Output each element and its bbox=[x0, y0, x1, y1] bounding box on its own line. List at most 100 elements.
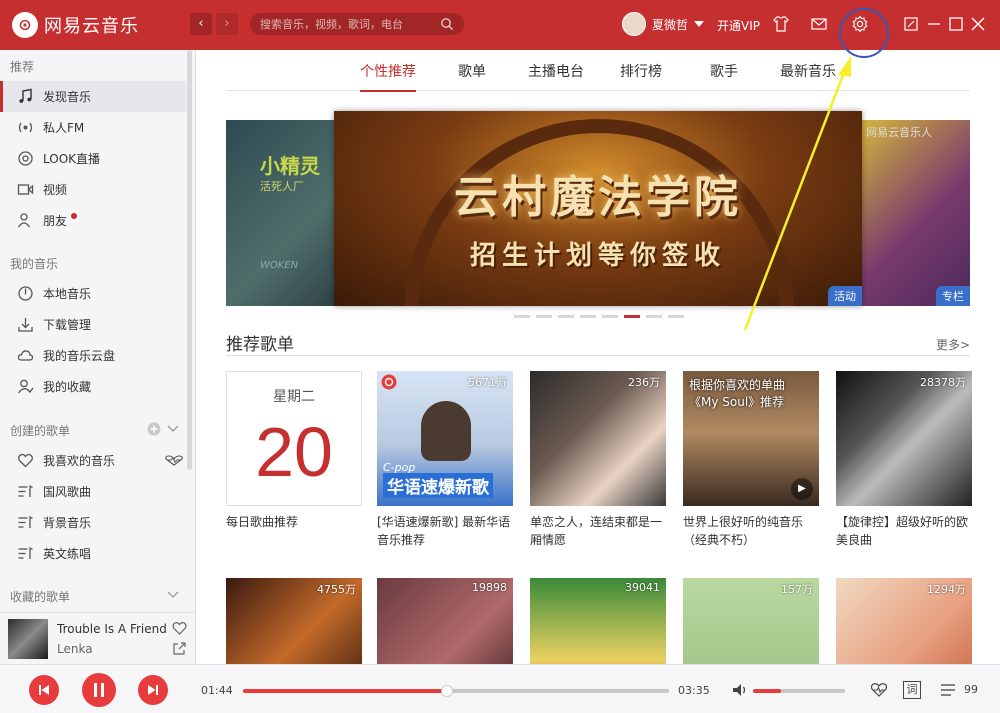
mail-icon[interactable] bbox=[810, 15, 828, 33]
playlist-cover[interactable]: 根据你喜欢的单曲《My Soul》推荐 ▶ bbox=[683, 371, 819, 506]
sidebar-item-fm[interactable]: 私人FM bbox=[0, 112, 186, 143]
minimize-icon[interactable] bbox=[925, 15, 943, 33]
sidebar-item-label: 英文练唱 bbox=[43, 547, 92, 561]
search-input[interactable] bbox=[260, 16, 440, 32]
more-link[interactable]: 更多> bbox=[936, 336, 970, 353]
banner-dot[interactable] bbox=[668, 315, 684, 318]
playlist-card[interactable]: 28378万 【旋律控】超级好听的欧美良曲 bbox=[836, 371, 972, 549]
sidebar-item-video[interactable]: 视频 bbox=[0, 174, 186, 205]
vip-button[interactable]: 开通VIP bbox=[717, 17, 760, 34]
maximize-icon[interactable] bbox=[947, 15, 965, 33]
skin-icon[interactable] bbox=[772, 15, 790, 33]
banner-dot[interactable] bbox=[580, 315, 596, 318]
cover-portrait bbox=[421, 401, 471, 461]
sidebar-item-discover[interactable]: 发现音乐 bbox=[0, 81, 186, 112]
chevron-down-icon[interactable] bbox=[167, 591, 179, 599]
like-heart-icon[interactable] bbox=[172, 621, 187, 635]
banner-slide-current[interactable]: 云村魔法学院 招生计划等你签收 活动 bbox=[334, 111, 862, 306]
playlist-cover[interactable]: 157万 bbox=[683, 578, 819, 664]
heartbeat-mode-icon[interactable] bbox=[164, 455, 184, 466]
chevron-down-icon[interactable] bbox=[694, 21, 705, 27]
volume-icon[interactable] bbox=[731, 681, 749, 699]
playlist-card[interactable]: 5671万 C-pop 华语速爆新歌 [华语速爆新歌] 最新华语音乐推荐 bbox=[377, 371, 513, 549]
playlist-card[interactable]: 1294万 bbox=[836, 578, 972, 664]
card-title[interactable]: 每日歌曲推荐 bbox=[226, 513, 362, 531]
sidebar-item-collection[interactable]: 我的收藏 bbox=[0, 371, 186, 402]
tab-charts[interactable]: 排行榜 bbox=[620, 61, 662, 81]
playlist-queue-icon[interactable] bbox=[939, 681, 957, 699]
forward-button[interactable]: › bbox=[216, 13, 238, 35]
progress-slider[interactable] bbox=[243, 685, 669, 697]
sidebar-item-playlist[interactable]: 背景音乐 bbox=[0, 507, 186, 538]
card-title[interactable]: [华语速爆新歌] 最新华语音乐推荐 bbox=[377, 513, 513, 549]
tab-personal-recommend[interactable]: 个性推荐 bbox=[360, 61, 416, 92]
close-icon[interactable] bbox=[969, 15, 987, 33]
banner-dot[interactable] bbox=[602, 315, 618, 318]
username[interactable]: 夏微哲 bbox=[652, 16, 688, 33]
sidebar-item-playlist[interactable]: 英文练唱 bbox=[0, 538, 186, 569]
sidebar-item-look-live[interactable]: LOOK直播 bbox=[0, 143, 186, 174]
daily-recommend-card[interactable]: 星期二 20 每日歌曲推荐 bbox=[226, 371, 362, 531]
lyrics-button[interactable]: 词 bbox=[903, 681, 921, 699]
app-logo[interactable]: ⊙ 网易云音乐 bbox=[12, 12, 139, 38]
playlist-card[interactable]: 157万 bbox=[683, 578, 819, 664]
playlist-cover[interactable]: 4755万 bbox=[226, 578, 362, 664]
sidebar-item-local-music[interactable]: 本地音乐 bbox=[0, 278, 186, 309]
now-playing-cover[interactable] bbox=[8, 619, 48, 659]
card-title[interactable]: 【旋律控】超级好听的欧美良曲 bbox=[836, 513, 972, 549]
now-playing-mini[interactable]: Trouble Is A Friend Lenka bbox=[0, 612, 196, 664]
share-icon[interactable] bbox=[173, 642, 186, 655]
search-box[interactable] bbox=[250, 13, 464, 35]
playlist-cover[interactable]: 39041 bbox=[530, 578, 666, 664]
banner-dot[interactable] bbox=[558, 315, 574, 318]
playlist-card[interactable]: 19898 bbox=[377, 578, 513, 664]
daily-calendar[interactable]: 星期二 20 bbox=[226, 371, 362, 506]
banner-right-brand: 网易云音乐人 bbox=[866, 126, 932, 139]
avatar[interactable] bbox=[622, 12, 646, 36]
banner-slide-prev[interactable]: 小精灵 活死人厂 WOKEN bbox=[226, 120, 346, 306]
back-button[interactable]: ‹ bbox=[190, 13, 212, 35]
user-menu[interactable]: 夏微哲 bbox=[622, 12, 705, 36]
banner-dot[interactable] bbox=[514, 315, 530, 318]
sidebar-item-liked-music[interactable]: 我喜欢的音乐 bbox=[0, 445, 186, 476]
tab-playlists[interactable]: 歌单 bbox=[458, 61, 486, 81]
card-title[interactable]: 世界上很好听的纯音乐（经典不朽） bbox=[683, 513, 819, 549]
heartbeat-mode-icon[interactable] bbox=[870, 681, 888, 699]
banner-dot[interactable] bbox=[536, 315, 552, 318]
banner-slide-next[interactable]: 网易云音乐人 专栏 bbox=[858, 120, 970, 306]
tab-dj-radio[interactable]: 主播电台 bbox=[528, 61, 584, 81]
playlist-card[interactable]: 236万 单恋之人，连结束都是一厢情愿 bbox=[530, 371, 666, 549]
playlist-cover[interactable]: 19898 bbox=[377, 578, 513, 664]
playlist-cover[interactable]: 28378万 bbox=[836, 371, 972, 506]
tab-artists[interactable]: 歌手 bbox=[710, 61, 738, 81]
banner-carousel[interactable]: 小精灵 活死人厂 WOKEN 网易云音乐人 专栏 云村魔法学院 招生计划等你签收… bbox=[226, 111, 970, 318]
add-playlist-icon[interactable] bbox=[147, 422, 161, 436]
previous-button[interactable] bbox=[29, 675, 59, 705]
sidebar-item-cloud[interactable]: 我的音乐云盘 bbox=[0, 340, 186, 371]
total-time: 03:35 bbox=[678, 684, 710, 697]
play-icon[interactable]: ▶ bbox=[791, 478, 813, 500]
volume-slider[interactable] bbox=[753, 689, 845, 693]
miniplayer-icon[interactable] bbox=[902, 15, 920, 33]
playlist-card[interactable]: 4755万 bbox=[226, 578, 362, 664]
playlist-card[interactable]: 39041 bbox=[530, 578, 666, 664]
playlist-cover[interactable]: 5671万 C-pop 华语速爆新歌 bbox=[377, 371, 513, 506]
banner-tag: 活动 bbox=[828, 286, 862, 306]
sidebar-item-playlist[interactable]: 国风歌曲 bbox=[0, 476, 186, 507]
playlist-cover[interactable]: 236万 bbox=[530, 371, 666, 506]
chevron-down-icon[interactable] bbox=[167, 425, 179, 433]
search-icon[interactable] bbox=[440, 17, 454, 31]
next-button[interactable] bbox=[138, 675, 168, 705]
playlist-cover[interactable]: 1294万 bbox=[836, 578, 972, 664]
banner-dot-active[interactable] bbox=[624, 315, 640, 318]
sidebar-scrollbar[interactable] bbox=[187, 50, 192, 470]
banner-dot[interactable] bbox=[646, 315, 662, 318]
progress-handle[interactable] bbox=[441, 685, 454, 697]
pause-button[interactable] bbox=[82, 673, 116, 707]
sidebar-item-friends[interactable]: 朋友 bbox=[0, 205, 186, 236]
tab-new-music[interactable]: 最新音乐 bbox=[780, 61, 836, 81]
sidebar-item-downloads[interactable]: 下载管理 bbox=[0, 309, 186, 340]
card-title[interactable]: 单恋之人，连结束都是一厢情愿 bbox=[530, 513, 666, 549]
sidebar-item-label: 国风歌曲 bbox=[43, 485, 92, 499]
playlist-card[interactable]: 根据你喜欢的单曲《My Soul》推荐 ▶ 世界上很好听的纯音乐（经典不朽） bbox=[683, 371, 819, 549]
